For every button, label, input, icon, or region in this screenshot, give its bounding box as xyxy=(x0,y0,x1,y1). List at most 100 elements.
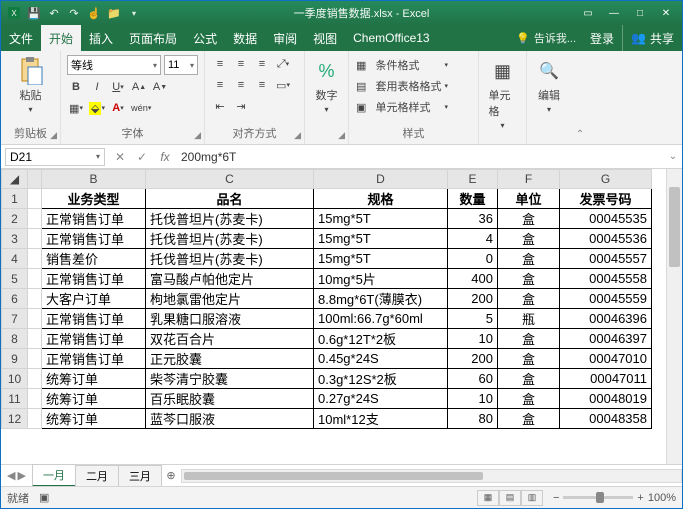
vertical-scrollbar[interactable] xyxy=(666,169,682,464)
cell[interactable]: 10ml*12支 xyxy=(314,409,448,429)
zoom-slider[interactable] xyxy=(563,496,633,499)
dialog-launcher-icon[interactable]: ◢ xyxy=(338,130,345,141)
cell[interactable]: 统筹订单 xyxy=(42,389,146,409)
font-color-button[interactable]: A▾ xyxy=(109,99,127,117)
cell[interactable]: 80 xyxy=(448,409,498,429)
cell[interactable]: 正常销售订单 xyxy=(42,209,146,229)
tab-formulas[interactable]: 公式 xyxy=(185,25,225,51)
cell-styles-button[interactable]: ▣ 单元格样式▾ xyxy=(355,97,449,117)
cell[interactable]: 规格 xyxy=(314,189,448,209)
number-format-button[interactable]: % 数字 ▾ xyxy=(309,55,345,116)
accept-formula-icon[interactable]: ✓ xyxy=(131,150,153,164)
cell[interactable]: 单位 xyxy=(498,189,560,209)
ribbon-options-icon[interactable]: ▭ xyxy=(576,4,600,22)
login-button[interactable]: 登录 xyxy=(582,25,622,51)
dialog-launcher-icon[interactable]: ◢ xyxy=(294,130,301,141)
cell[interactable]: 0.27g*24S xyxy=(314,389,448,409)
row-header[interactable]: 1 xyxy=(2,189,28,209)
page-layout-view-button[interactable]: ▤ xyxy=(499,490,521,506)
cell[interactable]: 盒 xyxy=(498,369,560,389)
cell[interactable]: 200 xyxy=(448,349,498,369)
share-button[interactable]: 👥共享 xyxy=(622,25,682,51)
cell[interactable]: 盒 xyxy=(498,349,560,369)
cond-format-button[interactable]: ▦ 条件格式▾ xyxy=(355,55,449,75)
row-header[interactable]: 5 xyxy=(2,269,28,289)
spreadsheet-grid[interactable]: ◢ B C D E F G 1 业务类型 品名 规格 数量 单位 发票号码 2正… xyxy=(1,169,652,429)
tab-chemoffice[interactable]: ChemOffice13 xyxy=(345,25,437,51)
tab-home[interactable]: 开始 xyxy=(41,25,81,51)
scrollbar-thumb[interactable] xyxy=(669,187,680,267)
tab-review[interactable]: 审阅 xyxy=(265,25,305,51)
cell[interactable]: 瓶 xyxy=(498,309,560,329)
cell[interactable]: 36 xyxy=(448,209,498,229)
table-format-button[interactable]: ▤ 套用表格格式▾ xyxy=(355,76,449,96)
tell-me[interactable]: 💡告诉我... xyxy=(510,25,582,51)
cell[interactable]: 00046397 xyxy=(560,329,652,349)
col-header[interactable]: B xyxy=(42,170,146,189)
cell[interactable]: 00045536 xyxy=(560,229,652,249)
fill-color-button[interactable]: ⬙▾ xyxy=(88,99,106,117)
cells-button[interactable]: ▦ 单元格 ▾ xyxy=(485,55,521,132)
cell[interactable]: 双花百合片 xyxy=(146,329,314,349)
cell[interactable]: 大客户订单 xyxy=(42,289,146,309)
macro-record-icon[interactable]: ▣ xyxy=(39,491,49,504)
row-header[interactable]: 3 xyxy=(2,229,28,249)
cell[interactable]: 10mg*5片 xyxy=(314,269,448,289)
cell[interactable]: 10 xyxy=(448,389,498,409)
cell[interactable]: 10 xyxy=(448,329,498,349)
sheet-nav-prev-icon[interactable]: ◀ xyxy=(7,469,15,482)
cell[interactable]: 15mg*5T xyxy=(314,229,448,249)
cell[interactable]: 数量 xyxy=(448,189,498,209)
sheet-nav-next-icon[interactable]: ▶ xyxy=(17,469,25,482)
undo-icon[interactable]: ↶ xyxy=(47,6,61,20)
cell[interactable]: 8.8mg*6T(薄膜衣) xyxy=(314,289,448,309)
cell[interactable]: 正常销售订单 xyxy=(42,309,146,329)
cell[interactable]: 00048358 xyxy=(560,409,652,429)
sheet-tab[interactable]: 三月 xyxy=(118,465,162,486)
cell[interactable]: 100ml:66.7g*60ml xyxy=(314,309,448,329)
cell[interactable]: 盒 xyxy=(498,289,560,309)
zoom-in-button[interactable]: + xyxy=(637,492,643,504)
touch-icon[interactable]: ☝ xyxy=(87,6,101,20)
col-header[interactable]: E xyxy=(448,170,498,189)
col-header[interactable]: F xyxy=(498,170,560,189)
align-bottom-button[interactable]: ≡ xyxy=(253,55,271,73)
cell[interactable]: 正常销售订单 xyxy=(42,229,146,249)
cell[interactable]: 乳果糖口服溶液 xyxy=(146,309,314,329)
cell[interactable]: 0.3g*12S*2板 xyxy=(314,369,448,389)
border-button[interactable]: ▦▾ xyxy=(67,99,85,117)
row-header[interactable]: 12 xyxy=(2,409,28,429)
row-header[interactable]: 10 xyxy=(2,369,28,389)
cell[interactable]: 枸地氯雷他定片 xyxy=(146,289,314,309)
indent-dec-button[interactable]: ⇤ xyxy=(211,97,229,115)
fx-icon[interactable]: fx xyxy=(153,150,177,164)
cell[interactable]: 柴芩清宁胶囊 xyxy=(146,369,314,389)
cell[interactable]: 品名 xyxy=(146,189,314,209)
qat-more-icon[interactable]: ▾ xyxy=(127,6,141,20)
row-header[interactable]: 6 xyxy=(2,289,28,309)
cell[interactable]: 00045535 xyxy=(560,209,652,229)
cell[interactable]: 盒 xyxy=(498,389,560,409)
sheet-tab[interactable]: 二月 xyxy=(75,465,119,486)
cell[interactable]: 富马酸卢帕他定片 xyxy=(146,269,314,289)
cell[interactable]: 00047010 xyxy=(560,349,652,369)
tab-file[interactable]: 文件 xyxy=(1,25,41,51)
row-header[interactable]: 4 xyxy=(2,249,28,269)
cancel-formula-icon[interactable]: ✕ xyxy=(109,150,131,164)
zoom-out-button[interactable]: − xyxy=(553,492,559,504)
cell[interactable]: 统筹订单 xyxy=(42,369,146,389)
italic-button[interactable]: I xyxy=(88,78,106,96)
cell[interactable]: 正元胶囊 xyxy=(146,349,314,369)
zoom-level[interactable]: 100% xyxy=(648,492,676,504)
cell[interactable]: 正常销售订单 xyxy=(42,269,146,289)
page-break-view-button[interactable]: ▥ xyxy=(521,490,543,506)
align-right-button[interactable]: ≡ xyxy=(253,76,271,94)
cell[interactable]: 百乐眠胶囊 xyxy=(146,389,314,409)
cell[interactable]: 盒 xyxy=(498,229,560,249)
bold-button[interactable]: B xyxy=(67,78,85,96)
cell[interactable]: 5 xyxy=(448,309,498,329)
tab-view[interactable]: 视图 xyxy=(305,25,345,51)
close-button[interactable]: ✕ xyxy=(654,4,678,22)
col-header[interactable]: D xyxy=(314,170,448,189)
cell[interactable]: 00045559 xyxy=(560,289,652,309)
